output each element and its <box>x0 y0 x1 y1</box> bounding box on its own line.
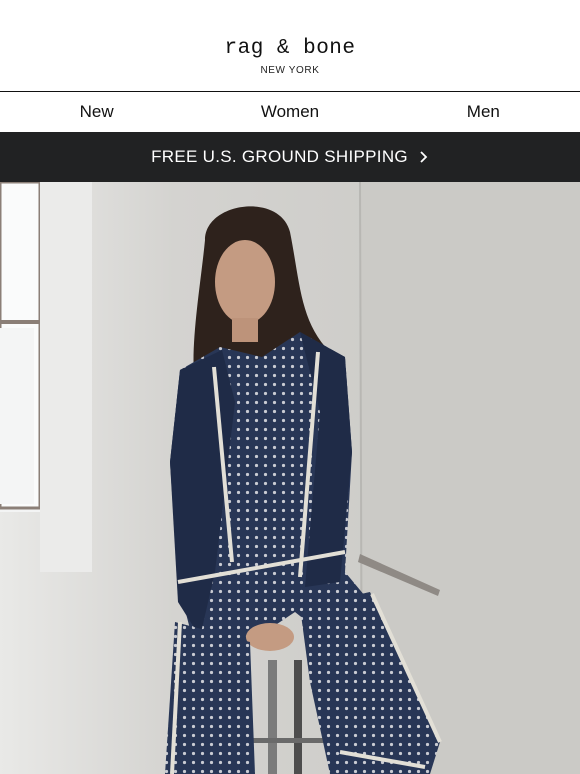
shipping-banner[interactable]: FREE U.S. GROUND SHIPPING <box>0 132 580 182</box>
category-nav: New Women Men <box>0 92 580 132</box>
nav-item-women[interactable]: Women <box>193 92 386 132</box>
brand-location: NEW YORK <box>260 65 320 76</box>
brand-logo[interactable]: rag & bone <box>0 37 580 60</box>
face <box>215 240 275 324</box>
model-photo <box>0 182 580 774</box>
nav-item-new[interactable]: New <box>0 92 193 132</box>
email-header: rag & bone NEW YORK <box>0 0 580 91</box>
chevron-right-icon <box>420 151 428 163</box>
nav-item-men[interactable]: Men <box>387 92 580 132</box>
hands <box>246 623 294 651</box>
shipping-banner-text: FREE U.S. GROUND SHIPPING <box>151 147 408 166</box>
hero-image[interactable] <box>0 182 580 774</box>
